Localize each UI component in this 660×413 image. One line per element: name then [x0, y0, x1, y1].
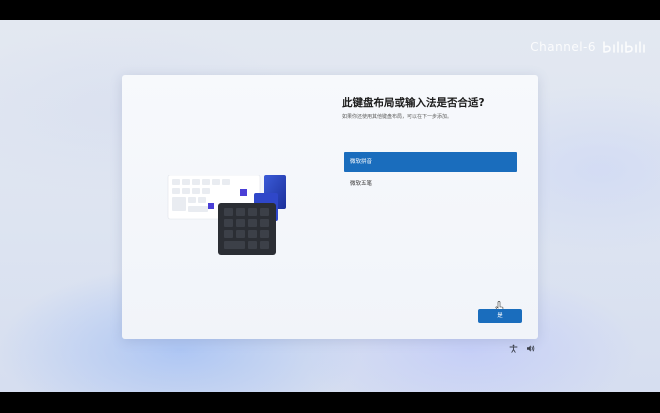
volume-icon[interactable] — [526, 344, 535, 353]
system-tray — [509, 344, 535, 353]
keyboard-layout-dialog: 此键盘布局或输入法是否合适? 如果你还使用其他键盘布局，可以在下一步添加。 微软… — [122, 75, 538, 339]
keyboard-illustration — [167, 175, 286, 255]
video-watermark: Channel-6 — [530, 38, 646, 56]
yes-button[interactable]: 是 — [478, 309, 522, 323]
letterbox-bottom — [0, 392, 660, 413]
oobe-screen: Channel-6 此键盘布局或输入法是否合适? 如果你还使用其他键盘布局，可以… — [0, 20, 660, 392]
dialog-subtitle: 如果你还使用其他键盘布局，可以在下一步添加。 — [342, 114, 453, 120]
option-microsoft-wubi[interactable]: 微软五笔 — [344, 174, 517, 194]
dialog-title: 此键盘布局或输入法是否合适? — [342, 97, 485, 109]
option-microsoft-pinyin[interactable]: 微软拼音 — [344, 152, 517, 172]
watermark-channel-text: Channel-6 — [530, 40, 596, 54]
letterbox-top — [0, 0, 660, 20]
accessibility-icon[interactable] — [509, 344, 518, 353]
bilibili-logo-icon — [603, 41, 645, 53]
